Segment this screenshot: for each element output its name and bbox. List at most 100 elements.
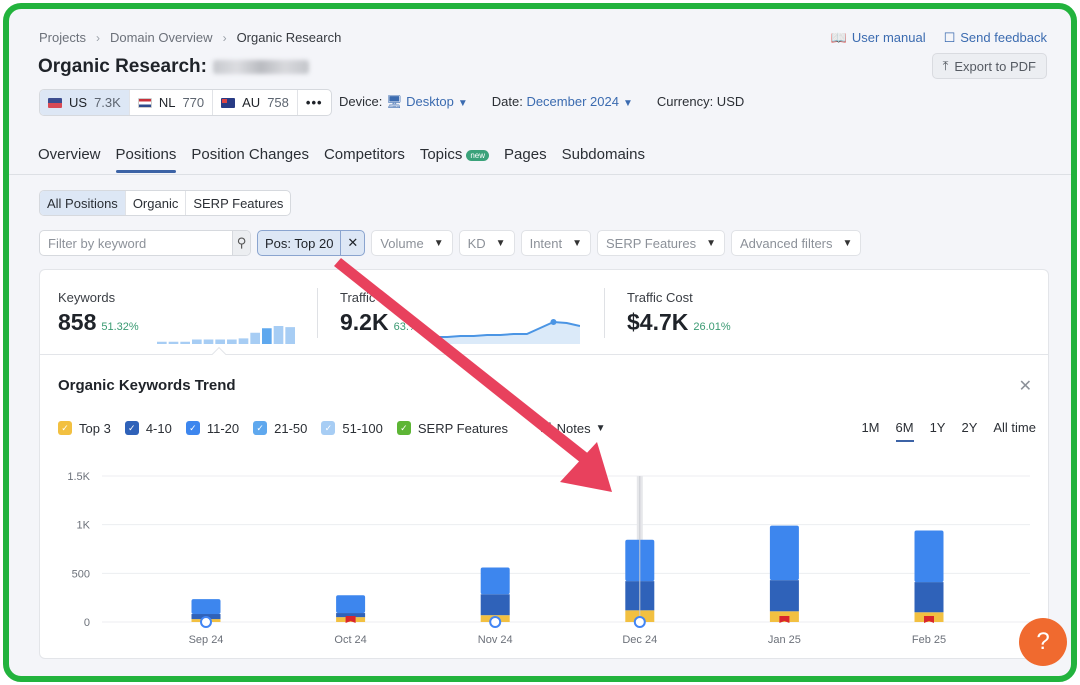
tab-position-changes[interactable]: Position Changes	[191, 146, 309, 173]
sparkline-bar	[250, 332, 260, 344]
serp-features-filter[interactable]: SERP Features ▼	[597, 230, 726, 256]
google-update-marker-icon[interactable]	[200, 616, 212, 628]
metric-keywords[interactable]: Keywords 858 51.32%	[58, 290, 139, 336]
segment-all-positions[interactable]: All Positions	[40, 191, 126, 215]
metric-traffic[interactable]: Traffic 9.2K 63.%	[340, 290, 419, 336]
google-update-marker-icon[interactable]	[633, 616, 646, 628]
advanced-filters[interactable]: Advanced filters ▼	[731, 230, 862, 256]
top-links: 📖 User manual ☐ Send feedback	[831, 30, 1047, 46]
breadcrumb-domain-overview[interactable]: Domain Overview	[110, 30, 213, 45]
checkbox-icon: ✓	[396, 421, 411, 435]
legend-4-10[interactable]: ✓ 4-10	[124, 421, 172, 436]
keyword-filter-input[interactable]	[40, 231, 232, 255]
export-pdf-button[interactable]: ⤒ Export to PDF	[931, 53, 1047, 79]
user-manual-link[interactable]: 📖 User manual	[831, 30, 926, 46]
metric-change: 26.01%	[693, 321, 731, 333]
breadcrumb-projects[interactable]: Projects	[39, 30, 86, 45]
legend-21-50[interactable]: ✓ 21-50	[253, 421, 307, 436]
tab-pages[interactable]: Pages	[504, 146, 547, 173]
volume-filter[interactable]: Volume ▼	[371, 230, 453, 256]
sparkline-bar	[215, 339, 225, 344]
traffic-sparkline	[434, 319, 580, 344]
question-icon: ?	[1036, 628, 1050, 655]
sparkline-bar	[180, 341, 190, 344]
notes-dropdown[interactable]: ☐ Notes ▼	[540, 420, 606, 436]
bar-segment-4-10[interactable]	[480, 594, 510, 616]
tab-subdomains[interactable]: Subdomains	[562, 146, 645, 173]
sparkline-bar	[238, 338, 249, 344]
filters-bar: ⚲ Pos: Top 20 ✕ Volume ▼ KD ▼ Intent ▼ SERP…	[39, 230, 862, 256]
sparkline-bar	[192, 339, 202, 344]
position-filter-chip[interactable]: Pos: Top 20 ✕	[257, 230, 366, 256]
checkbox-icon: ✓	[321, 421, 336, 435]
bar-segment-11-20[interactable]	[769, 525, 799, 581]
search-button[interactable]: ⚲	[232, 231, 250, 255]
close-icon[interactable]: ✕	[1019, 376, 1032, 396]
bar-segment-11-20[interactable]	[480, 567, 510, 595]
chevron-down-icon: ▼	[457, 98, 468, 109]
tab-positions[interactable]: Positions	[115, 146, 176, 173]
sparkline-bar	[168, 341, 179, 344]
legend-top3[interactable]: ✓ Top 3	[58, 421, 111, 436]
x-tick-label: Jan 25	[768, 634, 801, 646]
help-button[interactable]: ?	[1019, 618, 1067, 666]
bar-segment-11-20[interactable]	[191, 599, 221, 615]
more-databases-button[interactable]: •••	[298, 90, 331, 115]
y-tick-label: 1.5K	[67, 471, 90, 483]
bar-segment-11-20[interactable]	[914, 530, 944, 583]
segment-organic[interactable]: Organic	[126, 191, 187, 215]
intent-filter[interactable]: Intent ▼	[520, 230, 592, 256]
database-nl[interactable]: NL 770	[130, 90, 214, 115]
range-all-time[interactable]: All time	[993, 420, 1036, 435]
volume-label: Volume	[380, 235, 424, 251]
database-selector: US 7.3K NL 770 AU 758 •••	[39, 89, 332, 116]
y-tick-label: 0	[84, 617, 90, 629]
kd-filter[interactable]: KD ▼	[458, 230, 515, 256]
device-selector[interactable]: Device: 🖥 Desktop ▼	[339, 94, 468, 110]
chip-label: Pos: Top 20	[265, 235, 334, 251]
upload-icon: ⤒	[942, 58, 949, 73]
tab-competitors[interactable]: Competitors	[324, 146, 405, 173]
segment-serp-features[interactable]: SERP Features	[186, 191, 290, 215]
bar-segment-4-10[interactable]	[914, 582, 944, 613]
date-selector[interactable]: Date: December 2024 ▼	[492, 94, 633, 110]
metric-traffic-cost[interactable]: Traffic Cost $4.7K 26.01%	[627, 290, 731, 336]
screenshot-frame: Projects › Domain Overview › Organic Res…	[3, 3, 1077, 682]
db-count: 7.3K	[94, 95, 121, 110]
database-us[interactable]: US 7.3K	[40, 90, 130, 115]
close-icon[interactable]: ✕	[340, 231, 364, 255]
monitor-icon: 🖥	[385, 94, 403, 109]
range-6m[interactable]: 6M	[895, 420, 914, 442]
nl-flag-icon	[137, 97, 152, 108]
bar-segment-4-10[interactable]	[769, 580, 799, 612]
range-2y[interactable]: 2Y	[961, 420, 977, 435]
currency-label: Currency: USD	[656, 94, 745, 109]
bar-segment-11-20[interactable]	[336, 595, 366, 614]
legend-51-100[interactable]: ✓ 51-100	[321, 420, 383, 436]
advanced-filters-label: Advanced filters	[740, 235, 833, 251]
sparkline-bar	[262, 328, 272, 344]
device-value: Desktop	[406, 94, 454, 109]
intent-label: Intent	[529, 235, 563, 251]
tab-topics-label: Topics	[419, 146, 463, 163]
range-1m[interactable]: 1M	[861, 420, 879, 435]
legend-11-20[interactable]: ✓ 11-20	[185, 420, 240, 436]
comment-icon: ☐	[943, 30, 956, 45]
database-au[interactable]: AU 758	[213, 90, 298, 115]
tab-topics[interactable]: Topics new	[419, 146, 490, 173]
comment-icon: ☐	[539, 420, 552, 435]
metric-label: Traffic Cost	[627, 290, 693, 305]
db-count: 770	[182, 95, 205, 110]
range-1y[interactable]: 1Y	[930, 420, 946, 435]
page-title-text: Organic Research:	[38, 56, 207, 77]
more-icon: •••	[305, 95, 323, 110]
send-feedback-link[interactable]: ☐ Send feedback	[944, 30, 1047, 46]
metric-divider	[604, 288, 605, 338]
legend-serp-features[interactable]: ✓ SERP Features	[396, 421, 508, 436]
google-update-marker-icon[interactable]	[489, 616, 502, 628]
tab-overview[interactable]: Overview	[38, 146, 101, 173]
db-code: NL	[158, 95, 176, 110]
date-value: December 2024	[526, 94, 619, 109]
legend-label: 11-20	[206, 420, 240, 436]
legend-label: 51-100	[342, 420, 383, 436]
